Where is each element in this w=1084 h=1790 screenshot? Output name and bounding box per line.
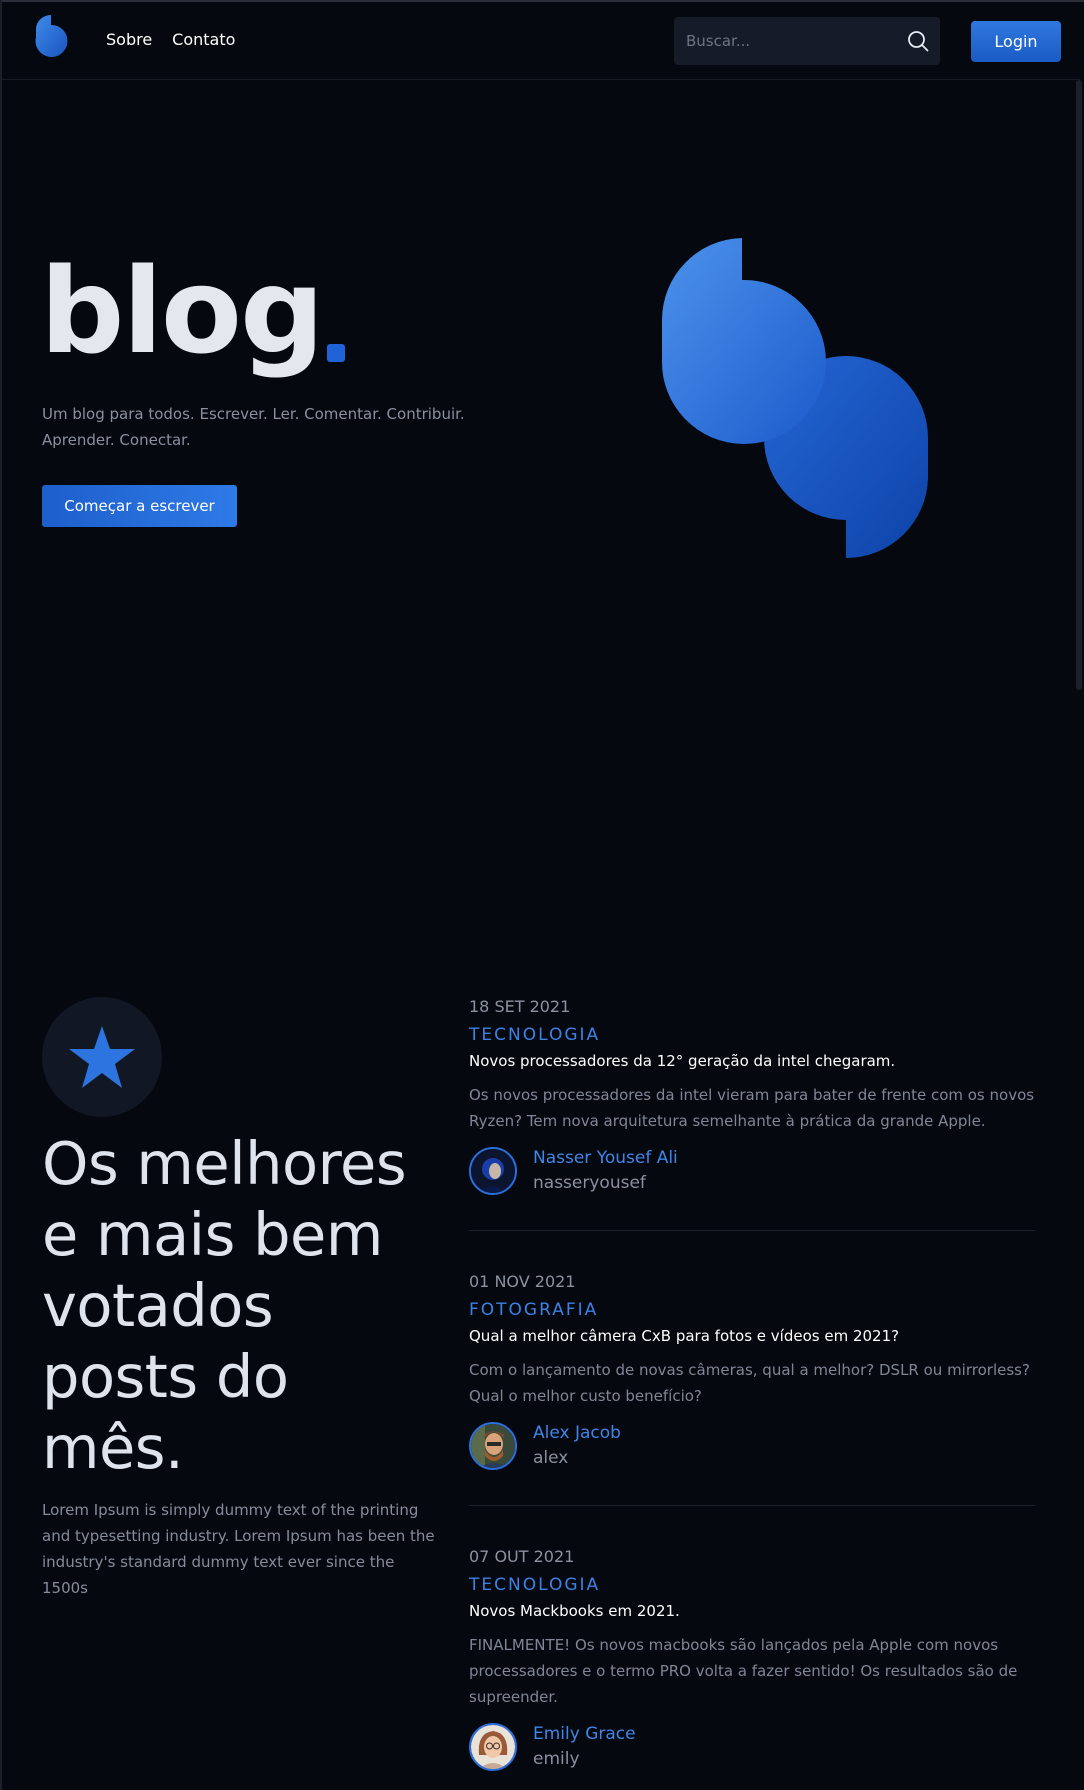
post-title[interactable]: Novos processadores da 12° geração da in…: [469, 1050, 1035, 1072]
post-title[interactable]: Qual a melhor câmera CxB para fotos e ví…: [469, 1325, 1035, 1347]
star-badge: [42, 997, 162, 1117]
star-icon: [69, 1026, 135, 1088]
post-card: 18 SET 2021 TECNOLOGIA Novos processador…: [469, 996, 1035, 1231]
author-handle: emily: [533, 1749, 580, 1769]
author-info: Nasser Yousef Ali nasseryousef: [533, 1146, 678, 1196]
nav-link-contato[interactable]: Contato: [172, 30, 235, 49]
author-info: Alex Jacob alex: [533, 1421, 621, 1471]
post-card: 01 NOV 2021 FOTOGRAFIA Qual a melhor câm…: [469, 1271, 1035, 1506]
top-navbar: Sobre Contato Login: [2, 2, 1080, 80]
post-author: Nasser Yousef Ali nasseryousef: [469, 1146, 1035, 1196]
search-icon[interactable]: [906, 29, 930, 53]
post-excerpt: Os novos processadores da intel vieram p…: [469, 1086, 1035, 1130]
post-excerpt: FINALMENTE! Os novos macbooks são lançad…: [469, 1636, 1018, 1706]
hero-logo-illustration: [661, 238, 928, 558]
search-input[interactable]: [674, 18, 894, 64]
author-handle: alex: [533, 1448, 569, 1468]
author-info: Emily Grace emily: [533, 1722, 636, 1772]
avatar-image: [471, 1424, 515, 1468]
post-author: Alex Jacob alex: [469, 1421, 1035, 1471]
featured-title: Os melhores e mais bem votados posts do …: [42, 1129, 407, 1482]
hero-title-dot: [327, 344, 345, 362]
search-box: [674, 17, 940, 65]
window-left-edge: [0, 0, 2, 1790]
post-title[interactable]: Novos Mackbooks em 2021.: [469, 1600, 1035, 1622]
author-name[interactable]: Alex Jacob: [533, 1421, 621, 1445]
author-name[interactable]: Emily Grace: [533, 1722, 636, 1746]
nav-links: Sobre Contato: [106, 30, 235, 49]
avatar-image: [471, 1725, 515, 1769]
post-category[interactable]: FOTOGRAFIA: [469, 1298, 1035, 1322]
post-card: 07 OUT 2021 TECNOLOGIA Novos Mackbooks e…: [469, 1546, 1035, 1790]
avatar[interactable]: [469, 1147, 517, 1195]
post-list: 18 SET 2021 TECNOLOGIA Novos processador…: [469, 996, 1035, 1790]
hero-title: blog: [40, 242, 324, 380]
nav-link-sobre[interactable]: Sobre: [106, 30, 152, 49]
avatar-image: [471, 1149, 515, 1193]
start-writing-button[interactable]: Começar a escrever: [42, 485, 237, 527]
login-button[interactable]: Login: [971, 21, 1061, 62]
author-name[interactable]: Nasser Yousef Ali: [533, 1146, 678, 1170]
post-excerpt: Com o lançamento de novas câmeras, qual …: [469, 1361, 1030, 1405]
post-date: 01 NOV 2021: [469, 1272, 576, 1291]
post-date: 18 SET 2021: [469, 997, 571, 1016]
post-author: Emily Grace emily: [469, 1722, 1035, 1772]
post-category[interactable]: TECNOLOGIA: [469, 1023, 1035, 1047]
featured-description: Lorem Ipsum is simply dummy text of the …: [42, 1501, 435, 1597]
logo-icon[interactable]: [34, 15, 70, 61]
hero-subtitle: Um blog para todos. Escrever. Ler. Comen…: [42, 405, 465, 449]
avatar[interactable]: [469, 1422, 517, 1470]
post-date: 07 OUT 2021: [469, 1547, 575, 1566]
scrollbar-thumb[interactable]: [1076, 80, 1082, 690]
post-category[interactable]: TECNOLOGIA: [469, 1573, 1035, 1597]
avatar[interactable]: [469, 1723, 517, 1771]
author-handle: nasseryousef: [533, 1173, 646, 1193]
